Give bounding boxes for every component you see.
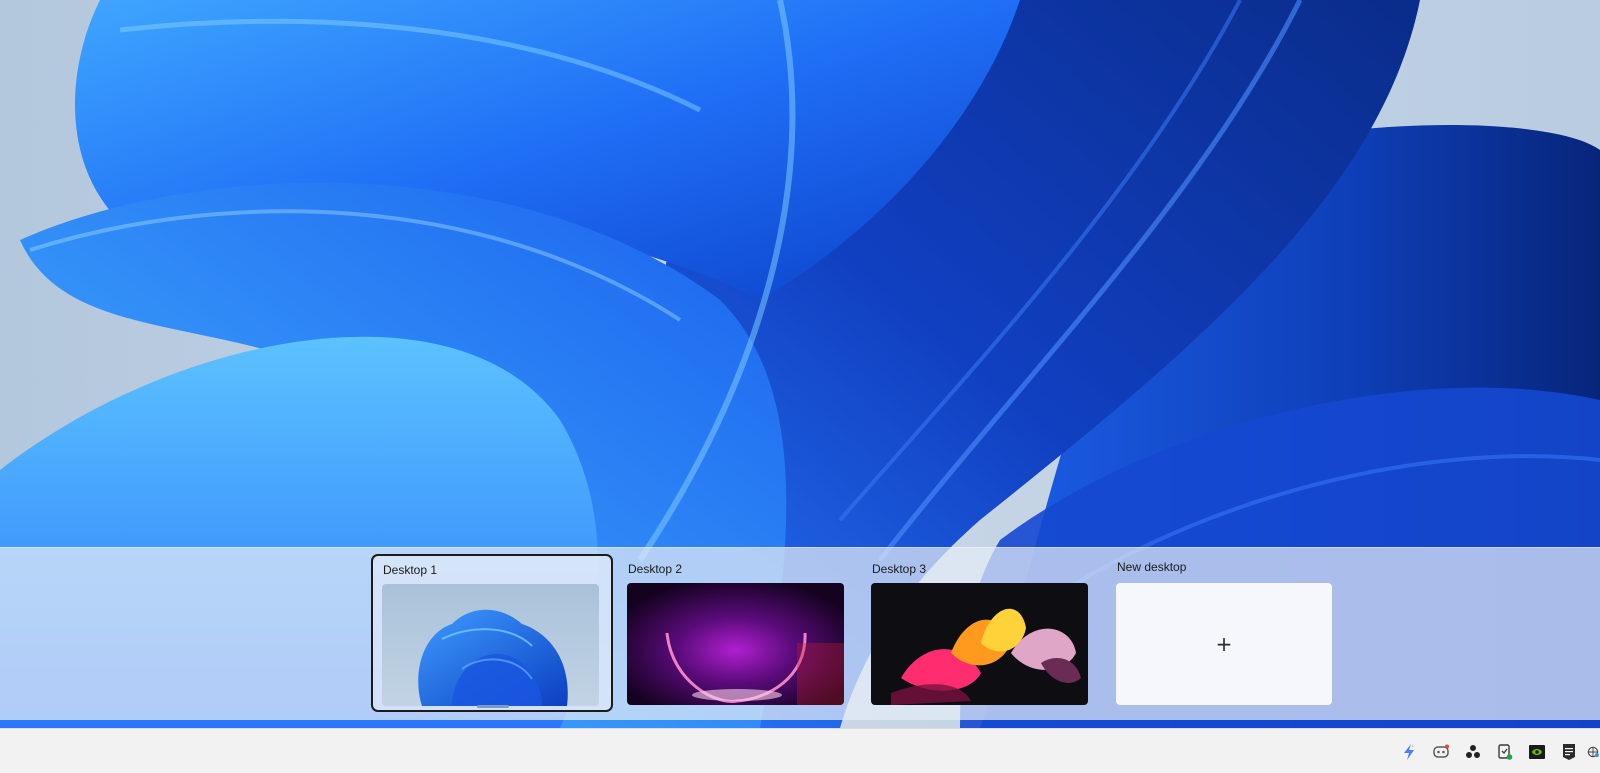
desktop-label: Desktop 2 xyxy=(628,562,683,576)
desktop-card-1[interactable]: Desktop 1 xyxy=(371,554,613,712)
lightning-app-icon[interactable] xyxy=(1394,737,1424,767)
blue-bloom-thumbnail-icon xyxy=(382,584,599,706)
desktop-card-3[interactable]: Desktop 3 xyxy=(861,554,1103,712)
new-desktop-label: New desktop xyxy=(1117,560,1187,574)
new-desktop-button[interactable]: + xyxy=(1116,583,1332,705)
desktop-thumbnail[interactable] xyxy=(382,584,599,706)
desktop-label: Desktop 3 xyxy=(872,562,927,576)
screen: Desktop 1 Desktop 2 Desktop 3 New deskto… xyxy=(0,0,1600,773)
colorful-ribbons-thumbnail-icon xyxy=(871,583,1088,705)
taskbar xyxy=(0,728,1600,773)
davinci-resolve-icon[interactable] xyxy=(1458,737,1488,767)
network-overflow-icon[interactable] xyxy=(1586,737,1600,767)
system-tray xyxy=(1392,729,1600,773)
discord-icon[interactable] xyxy=(1426,737,1456,767)
desktop-thumbnail[interactable] xyxy=(627,583,844,705)
new-desktop-card[interactable]: New desktop + xyxy=(1106,554,1348,712)
active-desktop-indicator xyxy=(477,705,509,708)
purple-glow-thumbnail-icon xyxy=(627,583,844,705)
desktop-card-2[interactable]: Desktop 2 xyxy=(617,554,859,712)
epic-games-icon[interactable] xyxy=(1554,737,1584,767)
nvidia-icon[interactable] xyxy=(1522,737,1552,767)
desktop-label: Desktop 1 xyxy=(383,563,438,577)
desktop-thumbnail[interactable] xyxy=(871,583,1088,705)
plus-icon: + xyxy=(1215,632,1233,656)
file-sync-icon[interactable] xyxy=(1490,737,1520,767)
